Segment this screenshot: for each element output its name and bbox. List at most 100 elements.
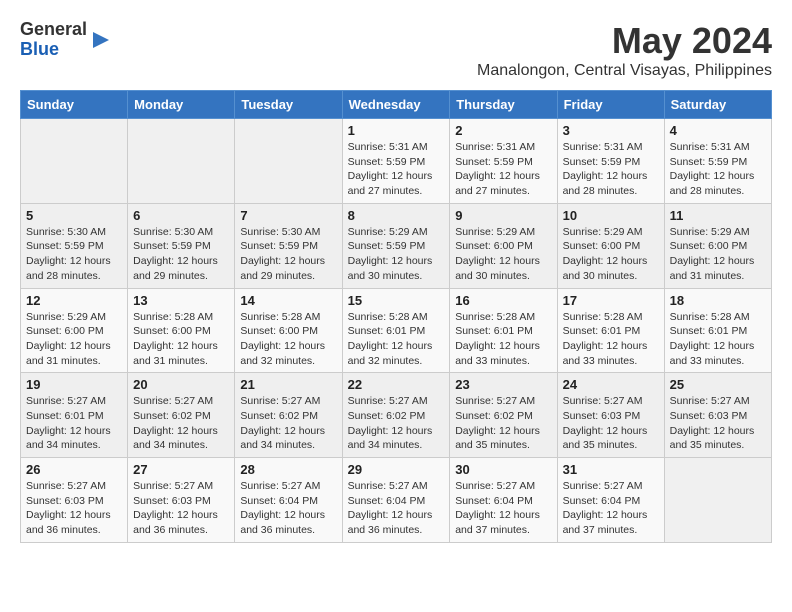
day-header-wednesday: Wednesday xyxy=(342,91,450,119)
calendar-cell: 7 Sunrise: 5:30 AM Sunset: 5:59 PM Daylig… xyxy=(235,203,342,288)
day-info: Sunrise: 5:31 AM Sunset: 5:59 PM Dayligh… xyxy=(348,140,445,199)
calendar-cell xyxy=(235,119,342,204)
day-number: 28 xyxy=(240,462,336,477)
day-number: 26 xyxy=(26,462,122,477)
calendar-cell: 15Sunrise: 5:28 AM Sunset: 6:01 PM Dayli… xyxy=(342,288,450,373)
day-number: 21 xyxy=(240,377,336,392)
day-number: 7 xyxy=(240,208,336,223)
calendar-cell: 4 Sunrise: 5:31 AM Sunset: 5:59 PM Daylig… xyxy=(664,119,771,204)
calendar-cell: 6 Sunrise: 5:30 AM Sunset: 5:59 PM Daylig… xyxy=(128,203,235,288)
day-info: Sunrise: 5:31 AM Sunset: 5:59 PM Dayligh… xyxy=(670,140,766,199)
logo-general: General xyxy=(20,19,87,39)
calendar-cell: 3Sunrise: 5:31 AM Sunset: 5:59 PM Daylig… xyxy=(557,119,664,204)
calendar-week-1: 1 Sunrise: 5:31 AM Sunset: 5:59 PM Daylig… xyxy=(21,119,772,204)
calendar-cell: 26 Sunrise: 5:27 AM Sunset: 6:03 PM Dayli… xyxy=(21,458,128,543)
day-number: 14 xyxy=(240,293,336,308)
day-number: 12 xyxy=(26,293,122,308)
month-title: May 2024 xyxy=(477,20,772,62)
calendar-cell xyxy=(664,458,771,543)
calendar-cell: 25Sunrise: 5:27 AM Sunset: 6:03 PM Dayli… xyxy=(664,373,771,458)
calendar-header-row: SundayMondayTuesdayWednesdayThursdayFrid… xyxy=(21,91,772,119)
calendar-cell xyxy=(21,119,128,204)
day-info: Sunrise: 5:31 AM Sunset: 5:59 PM Dayligh… xyxy=(455,140,551,199)
calendar-cell: 28 Sunrise: 5:27 AM Sunset: 6:04 PM Dayli… xyxy=(235,458,342,543)
calendar-cell: 1 Sunrise: 5:31 AM Sunset: 5:59 PM Daylig… xyxy=(342,119,450,204)
day-number: 11 xyxy=(670,208,766,223)
day-number: 8 xyxy=(348,208,445,223)
day-info: Sunrise: 5:29 AM Sunset: 6:00 PM Dayligh… xyxy=(455,225,551,284)
day-number: 25 xyxy=(670,377,766,392)
header: General Blue May 2024 Manalongon, Centra… xyxy=(20,20,772,80)
day-info: Sunrise: 5:27 AM Sunset: 6:03 PM Dayligh… xyxy=(26,479,122,538)
day-header-tuesday: Tuesday xyxy=(235,91,342,119)
day-number: 29 xyxy=(348,462,445,477)
day-number: 18 xyxy=(670,293,766,308)
day-number: 6 xyxy=(133,208,229,223)
title-area: May 2024 Manalongon, Central Visayas, Ph… xyxy=(477,20,772,80)
calendar: SundayMondayTuesdayWednesdayThursdayFrid… xyxy=(20,90,772,543)
calendar-cell: 27 Sunrise: 5:27 AM Sunset: 6:03 PM Dayli… xyxy=(128,458,235,543)
calendar-cell: 9Sunrise: 5:29 AM Sunset: 6:00 PM Daylig… xyxy=(450,203,557,288)
day-info: Sunrise: 5:27 AM Sunset: 6:02 PM Dayligh… xyxy=(133,394,229,453)
calendar-cell: 10Sunrise: 5:29 AM Sunset: 6:00 PM Dayli… xyxy=(557,203,664,288)
calendar-cell: 13 Sunrise: 5:28 AM Sunset: 6:00 PM Dayli… xyxy=(128,288,235,373)
logo: General Blue xyxy=(20,20,113,60)
day-number: 15 xyxy=(348,293,445,308)
day-info: Sunrise: 5:30 AM Sunset: 5:59 PM Dayligh… xyxy=(240,225,336,284)
calendar-cell: 18Sunrise: 5:28 AM Sunset: 6:01 PM Dayli… xyxy=(664,288,771,373)
day-number: 5 xyxy=(26,208,122,223)
calendar-week-3: 12 Sunrise: 5:29 AM Sunset: 6:00 PM Dayli… xyxy=(21,288,772,373)
day-number: 17 xyxy=(563,293,659,308)
calendar-body: 1 Sunrise: 5:31 AM Sunset: 5:59 PM Daylig… xyxy=(21,119,772,543)
day-info: Sunrise: 5:29 AM Sunset: 6:00 PM Dayligh… xyxy=(26,310,122,369)
calendar-cell: 8 Sunrise: 5:29 AM Sunset: 5:59 PM Daylig… xyxy=(342,203,450,288)
calendar-cell xyxy=(128,119,235,204)
calendar-week-5: 26 Sunrise: 5:27 AM Sunset: 6:03 PM Dayli… xyxy=(21,458,772,543)
day-number: 31 xyxy=(563,462,659,477)
calendar-cell: 11 Sunrise: 5:29 AM Sunset: 6:00 PM Dayli… xyxy=(664,203,771,288)
calendar-week-4: 19Sunrise: 5:27 AM Sunset: 6:01 PM Dayli… xyxy=(21,373,772,458)
day-info: Sunrise: 5:31 AM Sunset: 5:59 PM Dayligh… xyxy=(563,140,659,199)
day-info: Sunrise: 5:27 AM Sunset: 6:02 PM Dayligh… xyxy=(348,394,445,453)
day-number: 4 xyxy=(670,123,766,138)
calendar-cell: 29 Sunrise: 5:27 AM Sunset: 6:04 PM Dayli… xyxy=(342,458,450,543)
day-info: Sunrise: 5:28 AM Sunset: 6:01 PM Dayligh… xyxy=(455,310,551,369)
calendar-cell: 19Sunrise: 5:27 AM Sunset: 6:01 PM Dayli… xyxy=(21,373,128,458)
day-info: Sunrise: 5:30 AM Sunset: 5:59 PM Dayligh… xyxy=(26,225,122,284)
day-info: Sunrise: 5:28 AM Sunset: 6:00 PM Dayligh… xyxy=(240,310,336,369)
calendar-cell: 22Sunrise: 5:27 AM Sunset: 6:02 PM Dayli… xyxy=(342,373,450,458)
calendar-cell: 20 Sunrise: 5:27 AM Sunset: 6:02 PM Dayli… xyxy=(128,373,235,458)
day-info: Sunrise: 5:28 AM Sunset: 6:00 PM Dayligh… xyxy=(133,310,229,369)
calendar-cell: 17 Sunrise: 5:28 AM Sunset: 6:01 PM Dayli… xyxy=(557,288,664,373)
day-number: 20 xyxy=(133,377,229,392)
day-info: Sunrise: 5:27 AM Sunset: 6:04 PM Dayligh… xyxy=(240,479,336,538)
day-number: 1 xyxy=(348,123,445,138)
day-number: 23 xyxy=(455,377,551,392)
calendar-week-2: 5 Sunrise: 5:30 AM Sunset: 5:59 PM Daylig… xyxy=(21,203,772,288)
day-info: Sunrise: 5:29 AM Sunset: 6:00 PM Dayligh… xyxy=(670,225,766,284)
calendar-cell: 21Sunrise: 5:27 AM Sunset: 6:02 PM Dayli… xyxy=(235,373,342,458)
day-number: 13 xyxy=(133,293,229,308)
day-header-friday: Friday xyxy=(557,91,664,119)
day-info: Sunrise: 5:27 AM Sunset: 6:04 PM Dayligh… xyxy=(348,479,445,538)
day-number: 16 xyxy=(455,293,551,308)
day-number: 27 xyxy=(133,462,229,477)
logo-blue: Blue xyxy=(20,39,59,59)
calendar-cell: 24Sunrise: 5:27 AM Sunset: 6:03 PM Dayli… xyxy=(557,373,664,458)
calendar-cell: 23Sunrise: 5:27 AM Sunset: 6:02 PM Dayli… xyxy=(450,373,557,458)
day-number: 30 xyxy=(455,462,551,477)
day-header-thursday: Thursday xyxy=(450,91,557,119)
day-number: 10 xyxy=(563,208,659,223)
day-info: Sunrise: 5:30 AM Sunset: 5:59 PM Dayligh… xyxy=(133,225,229,284)
day-info: Sunrise: 5:27 AM Sunset: 6:03 PM Dayligh… xyxy=(133,479,229,538)
calendar-cell: 12 Sunrise: 5:29 AM Sunset: 6:00 PM Dayli… xyxy=(21,288,128,373)
calendar-cell: 5 Sunrise: 5:30 AM Sunset: 5:59 PM Daylig… xyxy=(21,203,128,288)
location-title: Manalongon, Central Visayas, Philippines xyxy=(477,62,772,80)
day-info: Sunrise: 5:28 AM Sunset: 6:01 PM Dayligh… xyxy=(563,310,659,369)
day-info: Sunrise: 5:29 AM Sunset: 5:59 PM Dayligh… xyxy=(348,225,445,284)
day-header-sunday: Sunday xyxy=(21,91,128,119)
day-number: 19 xyxy=(26,377,122,392)
day-number: 2 xyxy=(455,123,551,138)
day-header-saturday: Saturday xyxy=(664,91,771,119)
calendar-cell: 16 Sunrise: 5:28 AM Sunset: 6:01 PM Dayli… xyxy=(450,288,557,373)
